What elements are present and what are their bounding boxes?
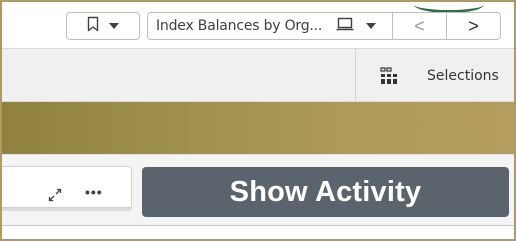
header-banner	[2, 102, 514, 154]
sheet-selector-button[interactable]: Index Balances by Org...	[147, 12, 393, 40]
sheet-content: ••• Show Activity	[2, 154, 514, 239]
show-activity-button[interactable]: Show Activity	[142, 167, 509, 217]
selections-grid-icon[interactable]	[380, 67, 398, 85]
selections-bar: Selections	[2, 49, 514, 102]
divider	[355, 49, 356, 101]
selections-label[interactable]: Selections	[427, 68, 499, 84]
bookmark-icon	[87, 16, 99, 37]
chevron-right-icon: >	[468, 16, 479, 36]
chevron-down-icon	[109, 23, 119, 29]
top-toolbar: Index Balances by Org... < >	[2, 2, 514, 49]
previous-sheet-button[interactable]: <	[392, 12, 447, 40]
object-panel[interactable]: •••	[2, 166, 132, 208]
app-frame: Index Balances by Org... < > Selections …	[0, 0, 516, 241]
expand-icon[interactable]	[48, 188, 62, 202]
chevron-down-icon	[366, 23, 377, 29]
bottom-strip	[2, 226, 514, 239]
chevron-left-icon: <	[414, 16, 425, 36]
laptop-icon	[336, 17, 354, 36]
divider	[2, 154, 514, 155]
sheet-title: Index Balances by Org...	[156, 18, 323, 34]
next-sheet-button[interactable]: >	[446, 12, 501, 40]
bookmark-button[interactable]	[66, 12, 140, 40]
more-options-icon[interactable]: •••	[85, 185, 103, 199]
